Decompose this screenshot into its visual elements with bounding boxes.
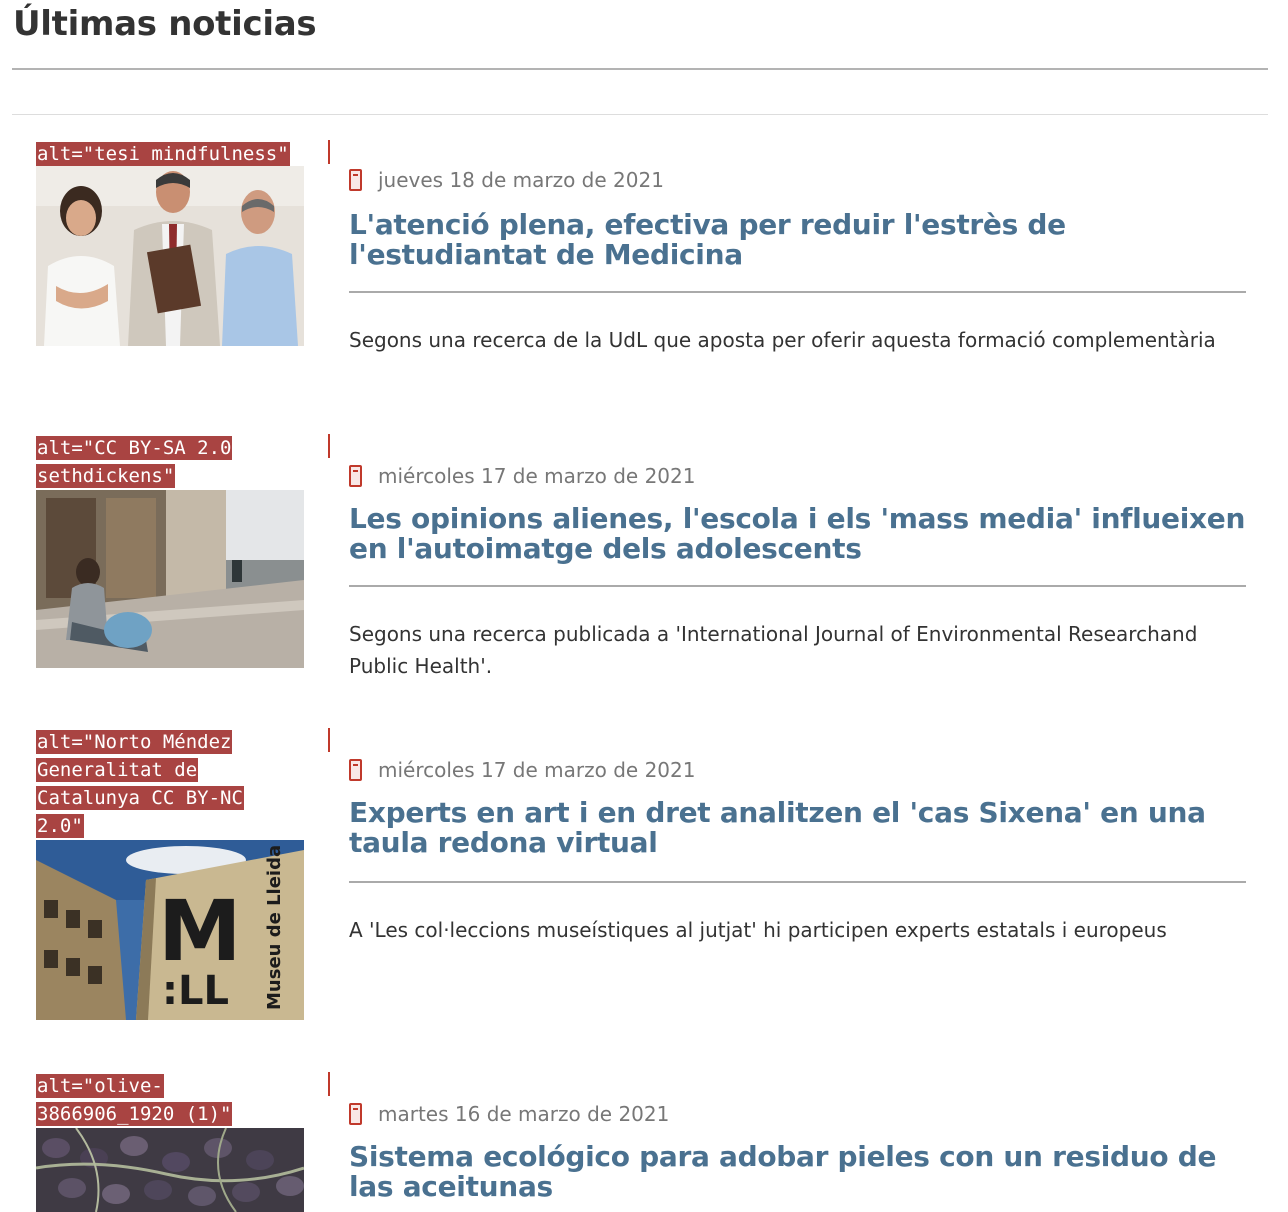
news-title-link[interactable]: Experts en art i en dret analitzen el 'c…: [349, 798, 1249, 858]
news-item: M :LL Museu de Lleida alt="Norto Méndez …: [36, 728, 1256, 1028]
title-divider: [12, 68, 1268, 70]
accent-marker: [328, 1072, 330, 1096]
headline-divider: [349, 585, 1246, 587]
news-image-museu[interactable]: M :LL Museu de Lleida: [36, 840, 304, 1020]
news-summary: A 'Les col·leccions museístiques al jutj…: [349, 918, 1167, 942]
news-item: alt="olive-3866906_1920 (1)" martes 16 d…: [36, 1072, 1256, 1212]
calendar-icon: [349, 1103, 362, 1125]
image-alt-text: alt="CC BY-SA 2.0 sethdickens": [36, 436, 233, 488]
image-alt-text: alt="Norto Méndez Generalitat de Catalun…: [36, 730, 244, 838]
image-alt-text: alt="tesi mindfulness": [36, 142, 290, 166]
section-divider: [12, 114, 1268, 115]
accent-marker: [328, 728, 330, 752]
news-item: alt="CC BY-SA 2.0 sethdickens" miércoles…: [36, 434, 1256, 694]
news-date: miércoles 17 de marzo de 2021: [378, 758, 696, 782]
date-row: miércoles 17 de marzo de 2021: [349, 758, 695, 782]
news-image-olives[interactable]: [36, 1128, 304, 1212]
accent-marker: [328, 140, 330, 164]
image-alt-text: alt="olive-3866906_1920 (1)": [36, 1074, 233, 1126]
date-row: jueves 18 de marzo de 2021: [349, 168, 664, 192]
calendar-icon: [349, 465, 362, 487]
calendar-icon: [349, 759, 362, 781]
news-image-mindfulness[interactable]: [36, 166, 304, 346]
museum-logo-sub: :LL: [162, 968, 229, 1014]
museum-sign-text: Museu de Lleida: [264, 845, 285, 1010]
news-image-adolescents[interactable]: [36, 490, 304, 668]
date-row: martes 16 de marzo de 2021: [349, 1102, 669, 1126]
news-date: martes 16 de marzo de 2021: [378, 1102, 670, 1126]
museum-logo-mark: M: [158, 882, 242, 980]
date-row: miércoles 17 de marzo de 2021: [349, 464, 695, 488]
news-summary: Segons una recerca publicada a 'Internat…: [349, 622, 1198, 678]
calendar-icon: [349, 169, 362, 191]
headline-divider: [349, 291, 1246, 293]
news-title-link[interactable]: L'atenció plena, efectiva per reduir l'e…: [349, 210, 1249, 270]
accent-marker: [328, 434, 330, 458]
page-title: Últimas noticias: [13, 4, 317, 44]
news-item: alt="tesi mindfulness" jueves 18 de marz…: [36, 140, 1256, 400]
headline-divider: [349, 881, 1246, 883]
news-summary: Segons una recerca de la UdL que aposta …: [349, 328, 1216, 352]
news-date: jueves 18 de marzo de 2021: [378, 168, 664, 192]
news-title-link[interactable]: Les opinions alienes, l'escola i els 'ma…: [349, 504, 1249, 564]
news-date: miércoles 17 de marzo de 2021: [378, 464, 696, 488]
news-title-link[interactable]: Sistema ecológico para adobar pieles con…: [349, 1142, 1249, 1202]
